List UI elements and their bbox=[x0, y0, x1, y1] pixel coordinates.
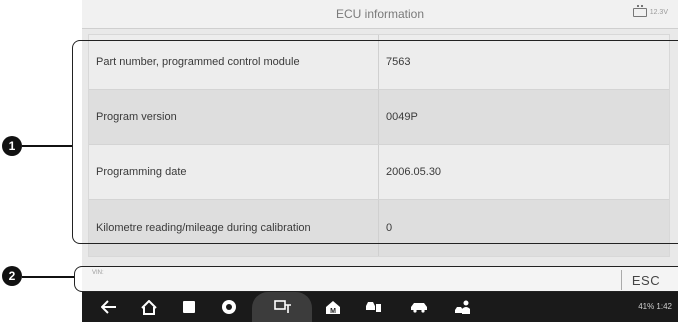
vci-connect-icon[interactable] bbox=[274, 299, 292, 315]
home-icon[interactable] bbox=[140, 299, 158, 315]
callout-1-leader bbox=[22, 145, 72, 147]
mechanic-icon[interactable] bbox=[454, 299, 472, 315]
callout-1-bracket bbox=[72, 40, 678, 244]
car-battery-icon bbox=[632, 5, 647, 17]
chrome-icon[interactable] bbox=[220, 299, 238, 315]
top-bar: ECU information 12.3V bbox=[82, 0, 678, 29]
callout-2: 2 bbox=[2, 266, 22, 286]
car-diagnostic-icon[interactable] bbox=[364, 299, 382, 315]
callout-1: 1 bbox=[2, 136, 22, 156]
svg-text:M: M bbox=[330, 308, 336, 315]
back-icon[interactable] bbox=[100, 299, 118, 315]
battery-indicator: 12.3V bbox=[632, 5, 668, 17]
car-icon[interactable] bbox=[410, 299, 428, 315]
callout-2-bracket bbox=[74, 266, 678, 292]
recent-apps-icon[interactable] bbox=[180, 299, 198, 315]
battery-voltage: 12.3V bbox=[649, 9, 668, 16]
system-navigation-bar: M 41% 1:42 bbox=[82, 292, 678, 322]
status-bar-text: 41% 1:42 bbox=[638, 302, 672, 311]
callout-2-leader bbox=[22, 276, 74, 278]
maxifix-icon[interactable]: M bbox=[324, 299, 342, 315]
page-title: ECU information bbox=[335, 7, 425, 21]
